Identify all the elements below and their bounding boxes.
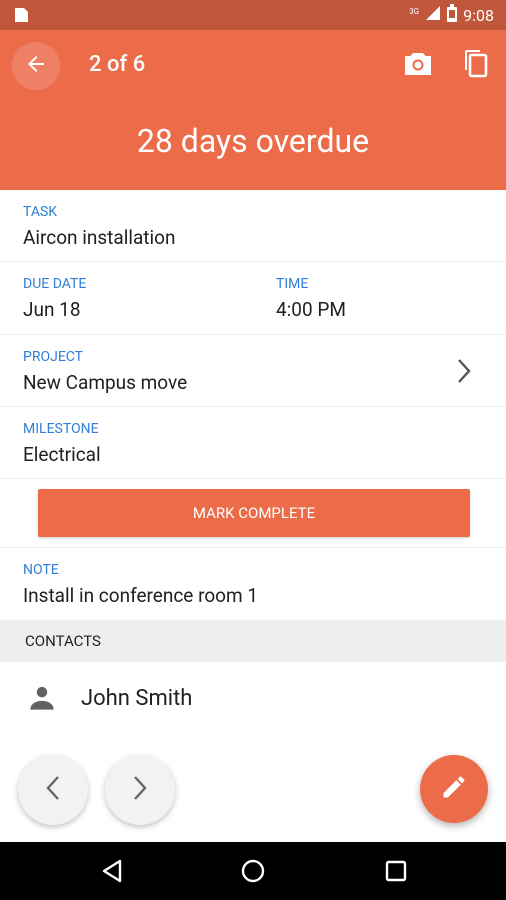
time-label: TIME [276, 276, 309, 292]
back-button[interactable] [12, 42, 60, 90]
camera-button[interactable] [396, 48, 440, 84]
chevron-right-icon [456, 357, 474, 389]
app-bar: 2 of 6 28 days overdue [0, 30, 506, 190]
task-value: Aircon installation [23, 226, 176, 249]
project-field[interactable]: PROJECT New Campus move [0, 335, 506, 407]
back-arrow-icon [24, 52, 48, 80]
note-field[interactable]: NOTE Install in conference room 1 [0, 548, 506, 620]
time-value[interactable]: 4:00 PM [276, 298, 346, 321]
edit-button[interactable] [420, 755, 488, 823]
due-date-value[interactable]: Jun 18 [23, 298, 81, 321]
back-triangle-icon[interactable] [100, 859, 124, 883]
copy-button[interactable] [456, 46, 496, 86]
task-label: TASK [23, 204, 58, 220]
chevron-left-icon [44, 774, 62, 806]
contact-item[interactable]: John Smith [0, 670, 506, 728]
next-button[interactable] [105, 755, 175, 825]
overdue-status: 28 days overdue [136, 122, 370, 160]
battery-icon [447, 4, 458, 26]
copy-icon [464, 50, 488, 82]
project-value: New Campus move [23, 371, 188, 394]
item-counter: 2 of 6 [89, 52, 146, 77]
due-date-time-row: DUE DATE Jun 18 TIME 4:00 PM [0, 262, 506, 335]
notification-icon [12, 7, 30, 23]
contacts-header: CONTACTS [0, 620, 506, 662]
due-date-label: DUE DATE [23, 276, 87, 292]
recents-square-icon[interactable] [384, 859, 408, 883]
signal-icon [425, 5, 441, 25]
status-time: 9:08 [463, 5, 494, 25]
task-field[interactable]: TASK Aircon installation [0, 190, 506, 262]
edit-pencil-icon [440, 773, 468, 805]
status-bar: 3G 9:08 [0, 0, 506, 30]
project-label: PROJECT [23, 349, 84, 365]
home-circle-icon[interactable] [241, 859, 265, 883]
note-label: NOTE [23, 562, 59, 578]
contacts-header-label: CONTACTS [25, 632, 101, 650]
network-type-label: 3G [409, 6, 420, 16]
milestone-field[interactable]: MILESTONE Electrical [0, 407, 506, 479]
mark-complete-button[interactable]: MARK COMPLETE [38, 489, 470, 537]
milestone-value: Electrical [23, 443, 101, 466]
chevron-right-icon [131, 774, 149, 806]
contact-name: John Smith [81, 686, 193, 711]
previous-button[interactable] [18, 755, 88, 825]
person-icon [28, 684, 56, 716]
milestone-label: MILESTONE [23, 421, 99, 437]
note-value: Install in conference room 1 [23, 584, 259, 607]
camera-icon [403, 51, 433, 81]
system-navigation-bar [0, 842, 506, 900]
